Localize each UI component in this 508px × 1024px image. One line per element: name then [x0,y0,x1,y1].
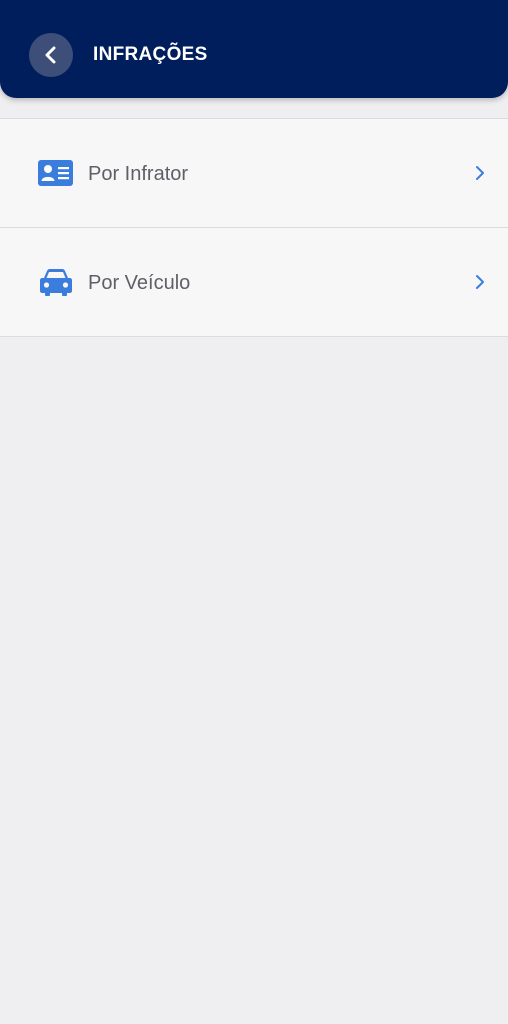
page-title: INFRAÇÕES [93,44,208,65]
chevron-right-icon [476,275,484,289]
chevron-left-icon [45,46,56,64]
menu-item-label: Por Infrator [88,163,189,185]
id-card-icon [38,159,73,187]
back-button[interactable] [29,33,73,77]
menu-list: Por Infrator Por Veículo [0,118,508,337]
menu-item-por-veiculo[interactable]: Por Veículo [0,228,508,337]
menu-item-por-infrator[interactable]: Por Infrator [0,119,508,228]
app-header: INFRAÇÕES [0,0,508,98]
menu-item-label: Por Veículo [88,272,191,294]
car-icon [38,268,73,296]
chevron-right-icon [476,166,484,180]
